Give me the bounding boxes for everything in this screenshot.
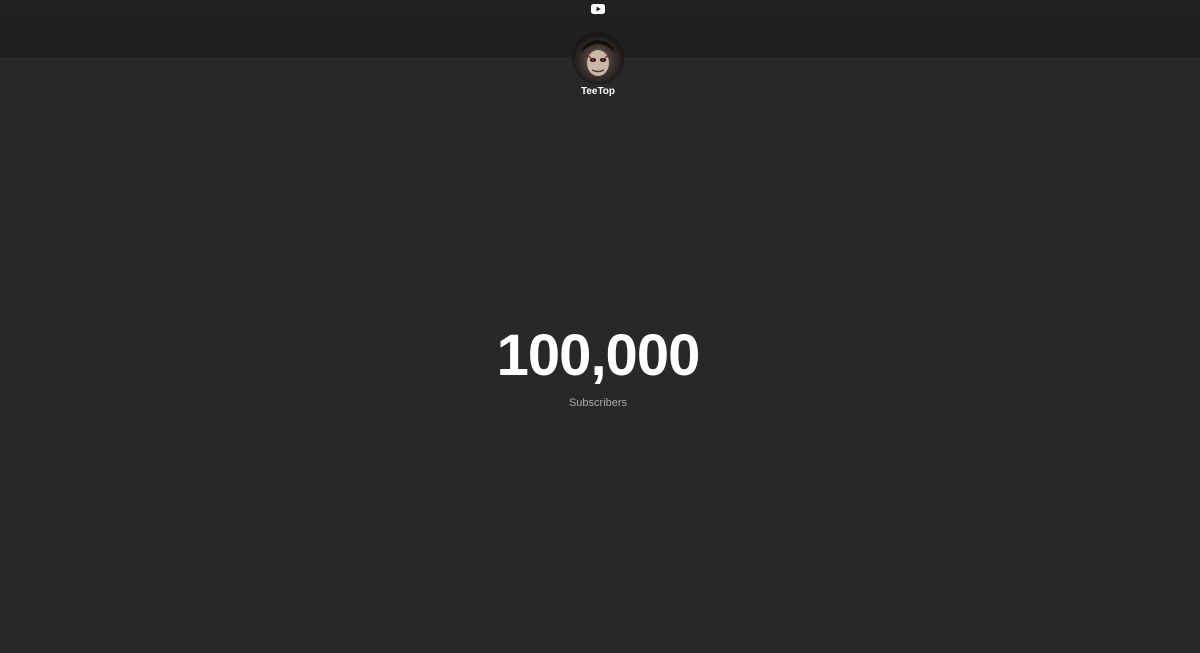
avatar-image: [573, 33, 623, 83]
youtube-icon[interactable]: [591, 3, 605, 15]
channel-name[interactable]: TeeTop: [0, 86, 1196, 97]
page: TeeTop 100,000 Subscribers: [0, 0, 1200, 653]
subscriber-count: 100,000: [496, 323, 701, 388]
subscriber-label: Subscribers: [568, 397, 628, 409]
channel-avatar[interactable]: [573, 33, 623, 83]
